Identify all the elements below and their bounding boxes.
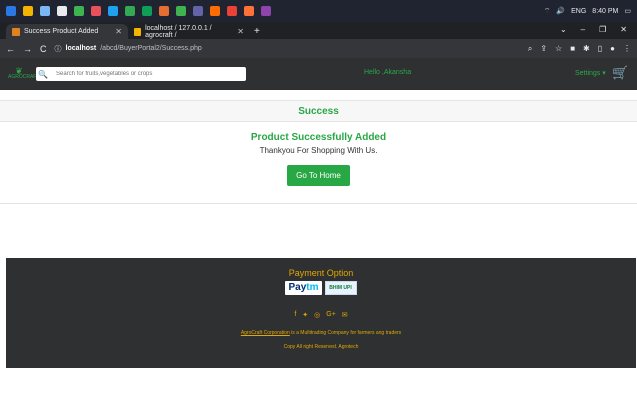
payment-option-title: Payment Option — [288, 268, 354, 278]
cart-icon[interactable]: 🛒 — [612, 65, 628, 81]
site-navbar: ❦ AGROCRAFT 🔍 Hello ,Akansha Settings ▾ … — [0, 58, 637, 90]
taskbar-app-icon[interactable] — [125, 6, 135, 16]
taskbar-app-icon[interactable] — [227, 6, 237, 16]
taskbar-app-icon[interactable] — [142, 6, 152, 16]
phpmyadmin-favicon-icon — [134, 27, 142, 36]
bhim-upi-logo: BHIM UPI — [324, 281, 357, 295]
browser-tab-bar: Success Product Added ✕ localhost / 127.… — [0, 22, 637, 39]
tab-search-icon[interactable]: ⌄ — [560, 25, 567, 34]
success-title: Product Successfully Added — [250, 132, 387, 143]
site-favicon-icon — [12, 27, 20, 36]
new-tab-icon[interactable]: + — [254, 26, 260, 39]
taskbar-lang[interactable]: ENG — [571, 8, 586, 15]
taskbar-app-icon[interactable] — [6, 6, 16, 16]
taskbar-app-icon[interactable] — [210, 6, 220, 16]
tab-title: localhost / 127.0.0.1 / agrocraft / — [145, 24, 212, 39]
wifi-icon[interactable]: ⌔ — [544, 7, 551, 16]
notification-icon[interactable]: ▭ — [624, 7, 631, 15]
google-plus-icon[interactable]: G+ — [326, 311, 336, 319]
extension-icon[interactable]: ■ — [570, 44, 575, 54]
tab-title: Success Product Added — [24, 28, 99, 35]
system-tray: ⌔ 🔊 ENG 8:40 PM ▭ — [544, 7, 631, 16]
minimize-icon[interactable]: – — [581, 25, 585, 34]
zoom-icon[interactable]: ⌕ — [528, 44, 532, 54]
caret-down-icon: ▾ — [602, 70, 606, 77]
maximize-icon[interactable]: ❐ — [599, 25, 606, 34]
volume-icon[interactable]: 🔊 — [556, 7, 565, 15]
address-bar: ← → C ⓘ localhost/abcd/BuyerPortal2/Succ… — [0, 39, 637, 58]
taskbar-app-icon[interactable] — [74, 6, 84, 16]
tab-phpmyadmin[interactable]: localhost / 127.0.0.1 / agrocraft / ✕ — [128, 24, 250, 39]
tab-close-icon[interactable]: ✕ — [237, 27, 244, 36]
user-greeting: Hello ,Akansha — [364, 69, 412, 76]
settings-label: Settings — [575, 70, 601, 77]
puzzle-icon[interactable]: ✱ — [583, 44, 590, 54]
bookmark-star-icon[interactable]: ☆ — [555, 44, 562, 54]
taskbar-app-icon[interactable] — [159, 6, 169, 16]
window-controls: ⌄ – ❐ ✕ — [560, 25, 637, 37]
browser-actions: ⌕ ⇪ ☆ ■ ✱ ▯ ● ⋮ — [528, 44, 631, 54]
back-icon[interactable]: ← — [6, 44, 15, 54]
taskbar-app-icon[interactable] — [176, 6, 186, 16]
settings-dropdown[interactable]: Settings ▾ — [575, 69, 606, 77]
social-links: f ✦ ◎ G+ ✉ — [6, 311, 636, 319]
info-icon[interactable]: ⓘ — [55, 44, 62, 54]
menu-kebab-icon[interactable]: ⋮ — [623, 44, 631, 54]
profile-icon[interactable]: ● — [610, 44, 615, 54]
paytm-logo-pay: Pay — [288, 282, 307, 293]
taskbar-app-icon[interactable] — [261, 6, 271, 16]
search-input[interactable] — [50, 67, 246, 81]
tab-close-icon[interactable]: ✕ — [115, 27, 122, 36]
taskbar-app-icons — [6, 6, 271, 16]
site-footer: Payment Option Paytm BHIM UPI f ✦ ◎ G+ ✉… — [6, 258, 636, 368]
card-body: Product Successfully Added Thankyou For … — [0, 122, 637, 204]
copyright: Copy All right Reserved. Agrotech — [283, 344, 359, 350]
forward-icon[interactable]: → — [23, 44, 32, 54]
payment-logos: Paytm BHIM UPI — [6, 281, 636, 295]
go-to-home-button[interactable]: Go To Home — [287, 165, 350, 186]
search-icon[interactable]: 🔍 — [36, 67, 50, 81]
url-field[interactable]: ⓘ localhost/abcd/BuyerPortal2/Success.ph… — [55, 44, 520, 54]
taskbar-app-icon[interactable] — [244, 6, 254, 16]
logo-text: AGROCRAFT — [8, 74, 40, 80]
company-info: AgroCraft Corporation is a Multitrading … — [6, 330, 636, 336]
taskbar-app-icon[interactable] — [193, 6, 203, 16]
twitter-icon[interactable]: ✦ — [302, 311, 308, 319]
reload-icon[interactable]: C — [40, 44, 47, 54]
taskbar-app-icon[interactable] — [91, 6, 101, 16]
paytm-logo-tm: tm — [306, 282, 319, 293]
success-message: Thankyou For Shopping With Us. — [259, 146, 378, 155]
sidepanel-icon[interactable]: ▯ — [598, 44, 602, 54]
os-taskbar: ⌔ 🔊 ENG 8:40 PM ▭ — [0, 0, 637, 22]
taskbar-app-icon[interactable] — [40, 6, 50, 16]
taskbar-app-icon[interactable] — [57, 6, 67, 16]
tab-success[interactable]: Success Product Added ✕ — [6, 24, 128, 39]
paytm-logo: Paytm — [285, 281, 322, 295]
taskbar-clock[interactable]: 8:40 PM — [592, 8, 618, 15]
close-window-icon[interactable]: ✕ — [620, 25, 627, 34]
url-path: /abcd/BuyerPortal2/Success.php — [100, 45, 202, 52]
card-header: Success — [0, 100, 637, 122]
taskbar-app-icon[interactable] — [108, 6, 118, 16]
email-icon[interactable]: ✉ — [342, 311, 348, 319]
company-description: is a Multitrading Company for farmers an… — [289, 330, 402, 336]
site-logo[interactable]: ❦ AGROCRAFT — [8, 67, 39, 81]
url-host: localhost — [65, 45, 97, 52]
company-link[interactable]: AgroCraft Corporation — [241, 330, 290, 336]
share-icon[interactable]: ⇪ — [540, 44, 547, 54]
instagram-icon[interactable]: ◎ — [314, 311, 320, 319]
taskbar-app-icon[interactable] — [23, 6, 33, 16]
facebook-icon[interactable]: f — [294, 311, 296, 319]
